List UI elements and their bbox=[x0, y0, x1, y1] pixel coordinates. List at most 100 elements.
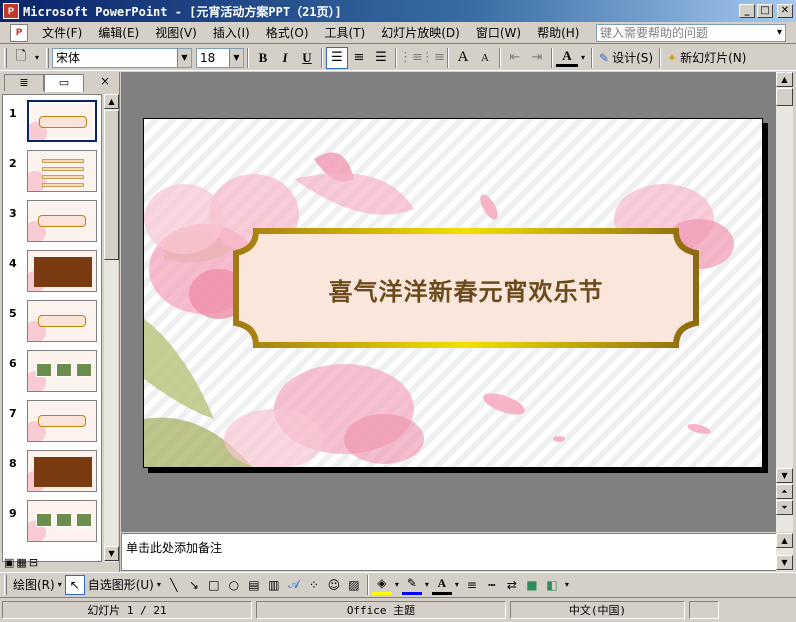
slide-thumbnail[interactable] bbox=[27, 150, 97, 192]
thumbnail-row[interactable]: 1 bbox=[3, 99, 101, 149]
notes-scrollbar[interactable]: ▲ ▼ bbox=[776, 533, 793, 571]
draw-menu-button[interactable]: 绘图(R) ▾ bbox=[10, 576, 65, 593]
slide-scrollbar[interactable]: ▲ ▼ ⏶ ⏷ bbox=[776, 72, 793, 532]
font-color-button[interactable]: A bbox=[556, 48, 578, 67]
shrink-font-button[interactable]: A bbox=[474, 47, 496, 69]
3d-icon[interactable]: ◧ bbox=[542, 575, 562, 595]
slide-thumbnail[interactable] bbox=[27, 300, 97, 342]
line-icon[interactable]: ╲ bbox=[164, 575, 184, 595]
menu-insert[interactable]: 插入(I) bbox=[205, 23, 258, 43]
minimize-button[interactable]: _ bbox=[739, 4, 755, 18]
toolbar-grip[interactable] bbox=[4, 574, 7, 595]
autoshapes-button[interactable]: 自选图形(U) ▾ bbox=[85, 576, 164, 593]
menu-format[interactable]: 格式(O) bbox=[258, 23, 317, 43]
previous-slide-icon[interactable]: ⏶ bbox=[776, 484, 793, 499]
menu-edit[interactable]: 编辑(E) bbox=[90, 23, 147, 43]
scroll-up-icon[interactable]: ▲ bbox=[776, 533, 793, 548]
thumbnail-row[interactable]: 2 bbox=[3, 149, 101, 199]
scroll-down-icon[interactable]: ▼ bbox=[776, 555, 793, 570]
chevron-down-icon[interactable]: ▼ bbox=[229, 48, 243, 67]
notes-pane[interactable]: 单击此处添加备注 bbox=[121, 533, 777, 571]
thumbnail-scrollbar[interactable]: ▲ ▼ bbox=[103, 94, 119, 562]
chevron-down-icon[interactable]: ▾ bbox=[392, 575, 402, 595]
powerpoint-icon[interactable]: P bbox=[3, 3, 19, 19]
scroll-up-icon[interactable]: ▲ bbox=[776, 72, 793, 87]
font-size-select[interactable]: 18 ▼ bbox=[196, 47, 244, 68]
scroll-down-icon[interactable]: ▼ bbox=[104, 546, 119, 561]
textbox-icon[interactable]: ▤ bbox=[244, 575, 264, 595]
shadow-icon[interactable]: ■ bbox=[522, 575, 542, 595]
slide-thumbnail[interactable] bbox=[27, 100, 97, 142]
thumbnail-row[interactable]: 7 bbox=[3, 399, 101, 449]
help-search-input[interactable]: 键入需要帮助的问题 ▾ bbox=[596, 24, 786, 42]
close-icon[interactable]: × bbox=[100, 74, 110, 88]
slide-sorter-icon[interactable]: ▦ bbox=[16, 556, 26, 570]
select-objects-icon[interactable]: ↖ bbox=[64, 574, 85, 595]
clipart-icon[interactable]: ☺ bbox=[324, 575, 344, 595]
thumbnail-row[interactable]: 3 bbox=[3, 199, 101, 249]
chevron-down-icon[interactable]: ▾ bbox=[777, 25, 782, 41]
bold-button[interactable]: B bbox=[252, 47, 274, 69]
font-color-icon[interactable]: A bbox=[431, 575, 452, 595]
tab-slides[interactable]: ▭ bbox=[44, 74, 84, 92]
design-button[interactable]: ✎ 设计(S) bbox=[596, 49, 656, 66]
toolbar-grip-2[interactable] bbox=[46, 47, 49, 68]
slide-thumbnail[interactable] bbox=[27, 200, 97, 242]
grow-font-button[interactable]: A bbox=[452, 47, 474, 69]
align-right-icon[interactable]: ☰ bbox=[370, 47, 392, 69]
chevron-down-icon[interactable]: ▾ bbox=[578, 47, 588, 69]
current-slide[interactable]: 喜气洋洋新春元宵欢乐节 bbox=[143, 118, 763, 468]
line-color-icon[interactable]: ✎ bbox=[401, 575, 422, 595]
menu-view[interactable]: 视图(V) bbox=[147, 23, 205, 43]
toolbar-grip[interactable] bbox=[4, 47, 7, 68]
toolbar-options-icon[interactable]: ▾ bbox=[32, 47, 42, 69]
thumbnail-row[interactable]: 9 bbox=[3, 499, 101, 549]
maximize-button[interactable]: □ bbox=[757, 4, 773, 18]
normal-view-icon[interactable]: ▣ bbox=[4, 556, 14, 570]
align-center-icon[interactable]: ≡ bbox=[348, 47, 370, 69]
underline-button[interactable]: U bbox=[296, 47, 318, 69]
tab-outline[interactable]: ≣ bbox=[4, 74, 44, 91]
document-icon[interactable]: P bbox=[10, 23, 28, 42]
new-slide-button[interactable]: ✦ 新幻灯片(N) bbox=[664, 49, 749, 66]
toolbar-options-icon[interactable]: ▾ bbox=[562, 575, 572, 595]
scroll-thumb[interactable] bbox=[776, 88, 793, 106]
vertical-textbox-icon[interactable]: ▥ bbox=[264, 575, 284, 595]
menu-tools[interactable]: 工具(T) bbox=[317, 23, 374, 43]
align-left-icon[interactable]: ☰ bbox=[326, 46, 348, 69]
diagram-icon[interactable]: ⁘ bbox=[304, 575, 324, 595]
menu-window[interactable]: 窗口(W) bbox=[468, 23, 529, 43]
scroll-thumb[interactable] bbox=[104, 110, 119, 260]
chevron-down-icon[interactable]: ▾ bbox=[452, 575, 462, 595]
decrease-indent-icon[interactable]: ⇤ bbox=[504, 47, 526, 69]
slideshow-icon[interactable]: ⊟ bbox=[29, 556, 38, 570]
slide-title[interactable]: 喜气洋洋新春元宵欢乐节 bbox=[236, 233, 696, 345]
bullets-icon[interactable]: ⋮≡ bbox=[421, 47, 445, 69]
next-slide-icon[interactable]: ⏷ bbox=[776, 500, 793, 515]
scroll-down-icon[interactable]: ▼ bbox=[776, 468, 793, 483]
font-name-select[interactable]: 宋体 ▼ bbox=[52, 47, 192, 68]
close-button[interactable]: ✕ bbox=[777, 4, 793, 18]
slide-thumbnail[interactable] bbox=[27, 350, 97, 392]
arrow-icon[interactable]: ↘ bbox=[184, 575, 204, 595]
thumbnail-row[interactable]: 6 bbox=[3, 349, 101, 399]
italic-button[interactable]: I bbox=[274, 47, 296, 69]
chevron-down-icon[interactable]: ▼ bbox=[177, 48, 191, 67]
arrow-style-icon[interactable]: ⇄ bbox=[502, 575, 522, 595]
slide-thumbnail[interactable] bbox=[27, 500, 97, 542]
menu-file[interactable]: 文件(F) bbox=[34, 23, 90, 43]
fill-color-icon[interactable]: ◈ bbox=[371, 575, 392, 595]
oval-icon[interactable]: ○ bbox=[224, 575, 244, 595]
menu-help[interactable]: 帮助(H) bbox=[529, 23, 587, 43]
thumbnail-row[interactable]: 4 bbox=[3, 249, 101, 299]
slide-thumbnail[interactable] bbox=[27, 450, 97, 492]
line-style-icon[interactable]: ≡ bbox=[462, 575, 482, 595]
chevron-down-icon[interactable]: ▾ bbox=[422, 575, 432, 595]
thumbnail-row[interactable]: 5 bbox=[3, 299, 101, 349]
new-document-icon[interactable]: 🗋 bbox=[10, 47, 32, 69]
menu-slideshow[interactable]: 幻灯片放映(D) bbox=[373, 23, 468, 43]
dash-style-icon[interactable]: ┅ bbox=[482, 575, 502, 595]
thumbnail-row[interactable]: 8 bbox=[3, 449, 101, 499]
increase-indent-icon[interactable]: ⇥ bbox=[526, 47, 548, 69]
rectangle-icon[interactable]: □ bbox=[204, 575, 224, 595]
